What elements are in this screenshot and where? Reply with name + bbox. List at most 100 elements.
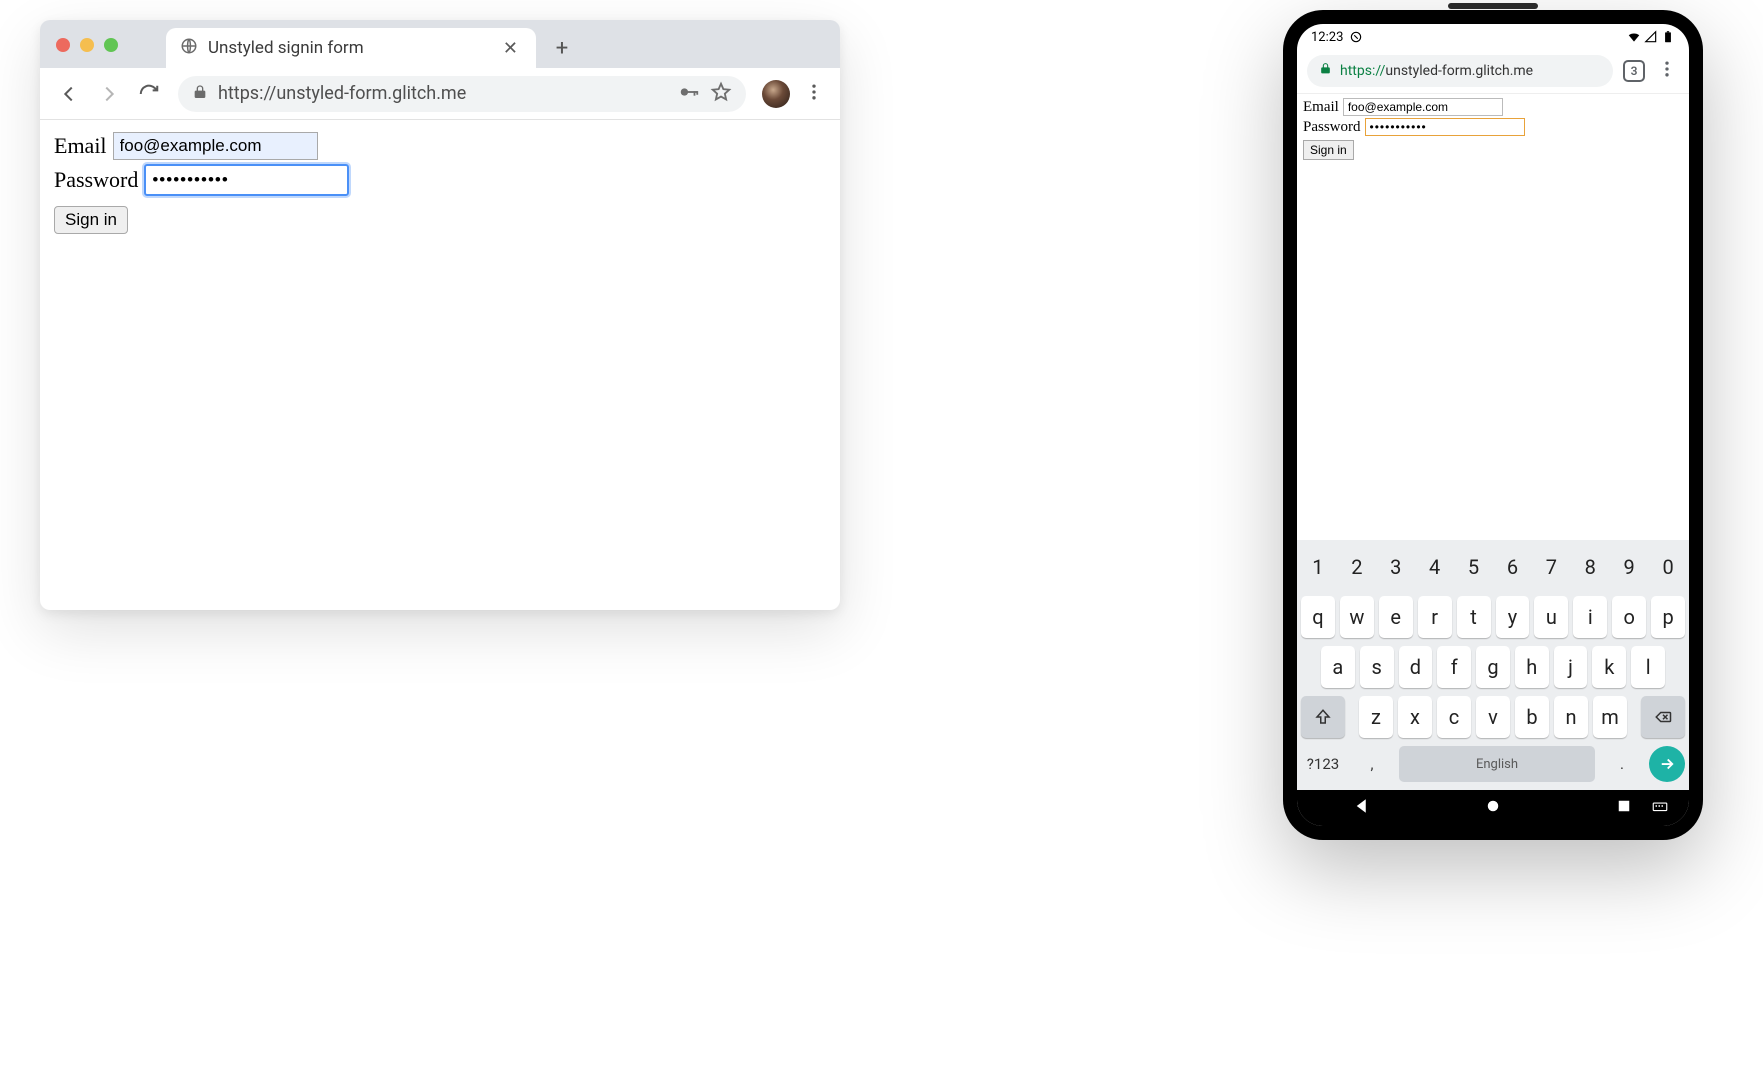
key-r[interactable]: r (1418, 596, 1452, 638)
address-bar[interactable]: https://unstyled-form.glitch.me (178, 76, 746, 112)
phone-screen: 12:23 ht (1297, 24, 1689, 826)
keyboard-toggle-icon[interactable] (1651, 797, 1669, 819)
key-9[interactable]: 9 (1612, 546, 1646, 588)
email-field[interactable] (113, 132, 318, 160)
enter-key[interactable] (1649, 746, 1685, 782)
signin-button[interactable]: Sign in (54, 206, 128, 234)
key-q[interactable]: q (1301, 596, 1335, 638)
desktop-browser-window: Unstyled signin form ✕ + https://unstyle… (40, 20, 840, 610)
email-field[interactable] (1343, 98, 1503, 116)
soft-keyboard: 1234567890 qwertyuiop asdfghjkl zxcvbnm … (1297, 540, 1689, 790)
key-7[interactable]: 7 (1534, 546, 1568, 588)
lock-icon (1319, 62, 1332, 79)
key-5[interactable]: 5 (1457, 546, 1491, 588)
key-d[interactable]: d (1399, 646, 1433, 688)
key-h[interactable]: h (1515, 646, 1549, 688)
window-close-button[interactable] (56, 38, 70, 52)
key-s[interactable]: s (1360, 646, 1394, 688)
mobile-url-text: https://unstyled-form.glitch.me (1340, 63, 1533, 79)
keyboard-row-3: zxcvbnm (1301, 696, 1685, 738)
nav-home-button[interactable] (1484, 797, 1502, 819)
key-icon[interactable] (678, 81, 700, 107)
key-b[interactable]: b (1515, 696, 1549, 738)
key-t[interactable]: t (1457, 596, 1491, 638)
key-j[interactable]: j (1554, 646, 1588, 688)
mobile-url-bar: https://unstyled-form.glitch.me 3 (1297, 48, 1689, 94)
nav-recents-button[interactable] (1615, 797, 1633, 819)
key-v[interactable]: v (1476, 696, 1510, 738)
key-y[interactable]: y (1496, 596, 1530, 638)
tab-close-button[interactable]: ✕ (499, 36, 522, 61)
page-content: Email Password Sign in (40, 120, 840, 246)
key-a[interactable]: a (1321, 646, 1355, 688)
status-bar: 12:23 (1297, 24, 1689, 48)
status-time: 12:23 (1311, 30, 1343, 45)
key-3[interactable]: 3 (1379, 546, 1413, 588)
email-label: Email (1303, 99, 1339, 116)
browser-toolbar: https://unstyled-form.glitch.me (40, 68, 840, 120)
key-w[interactable]: w (1340, 596, 1374, 638)
star-icon[interactable] (710, 81, 732, 107)
mobile-menu-button[interactable] (1655, 57, 1679, 85)
phone-frame: 12:23 ht (1283, 10, 1703, 840)
key-f[interactable]: f (1437, 646, 1471, 688)
back-button[interactable] (52, 77, 86, 111)
phone-speaker (1448, 3, 1538, 9)
shift-key[interactable] (1301, 696, 1345, 738)
keyboard-number-row: 1234567890 (1301, 546, 1685, 588)
key-c[interactable]: c (1437, 696, 1471, 738)
password-field[interactable] (1365, 118, 1525, 136)
window-maximize-button[interactable] (104, 38, 118, 52)
key-8[interactable]: 8 (1573, 546, 1607, 588)
key-4[interactable]: 4 (1418, 546, 1452, 588)
symbols-key[interactable]: ?123 (1301, 746, 1345, 782)
forward-button[interactable] (92, 77, 126, 111)
keyboard-row-1: qwertyuiop (1301, 596, 1685, 638)
keyboard-row-2: asdfghjkl (1301, 646, 1685, 688)
password-label: Password (1303, 119, 1361, 136)
browser-tab-bar: Unstyled signin form ✕ + (40, 20, 840, 68)
key-1[interactable]: 1 (1301, 546, 1335, 588)
browser-tab[interactable]: Unstyled signin form ✕ (166, 28, 536, 68)
key-e[interactable]: e (1379, 596, 1413, 638)
key-i[interactable]: i (1573, 596, 1607, 638)
nav-back-button[interactable] (1353, 797, 1371, 819)
key-o[interactable]: o (1612, 596, 1646, 638)
signin-button[interactable]: Sign in (1303, 140, 1354, 160)
key-2[interactable]: 2 (1340, 546, 1374, 588)
key-g[interactable]: g (1476, 646, 1510, 688)
key-m[interactable]: m (1593, 696, 1627, 738)
reload-button[interactable] (132, 77, 166, 111)
android-nav-bar (1297, 790, 1689, 826)
space-key[interactable]: English (1399, 746, 1595, 782)
comma-key[interactable]: , (1350, 746, 1394, 782)
key-0[interactable]: 0 (1651, 546, 1685, 588)
key-x[interactable]: x (1398, 696, 1432, 738)
lock-icon (192, 84, 208, 104)
backspace-key[interactable] (1641, 696, 1685, 738)
key-u[interactable]: u (1534, 596, 1568, 638)
wifi-icon (1627, 30, 1641, 44)
email-label: Email (54, 133, 107, 159)
tab-title: Unstyled signin form (208, 38, 489, 58)
mobile-address-bar[interactable]: https://unstyled-form.glitch.me (1307, 55, 1613, 87)
mobile-page-content: Email Password Sign in (1297, 94, 1689, 540)
new-tab-button[interactable]: + (548, 34, 576, 62)
tab-count-button[interactable]: 3 (1623, 60, 1645, 82)
browser-menu-button[interactable] (800, 78, 828, 110)
key-n[interactable]: n (1554, 696, 1588, 738)
profile-avatar[interactable] (762, 80, 790, 108)
period-key[interactable]: . (1600, 746, 1644, 782)
window-minimize-button[interactable] (80, 38, 94, 52)
signal-icon (1644, 30, 1658, 44)
keyboard-bottom-row: ?123 , English . (1301, 746, 1685, 782)
key-k[interactable]: k (1592, 646, 1626, 688)
sync-icon (1349, 30, 1363, 44)
key-l[interactable]: l (1631, 646, 1665, 688)
key-6[interactable]: 6 (1496, 546, 1530, 588)
globe-icon (180, 37, 198, 59)
password-field[interactable] (144, 164, 349, 196)
key-z[interactable]: z (1359, 696, 1393, 738)
key-p[interactable]: p (1651, 596, 1685, 638)
url-text: https://unstyled-form.glitch.me (218, 83, 668, 104)
